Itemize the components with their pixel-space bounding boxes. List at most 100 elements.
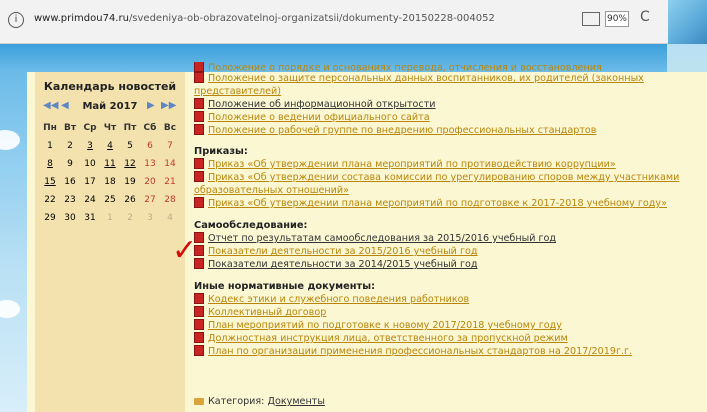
document-link[interactable]: Приказ «Об утверждении плана мероприятий… (208, 159, 616, 170)
weekday-label: Ср (83, 123, 97, 133)
list-item[interactable]: Приказ «Об утверждении плана мероприятий… (194, 157, 704, 171)
pdf-icon (194, 170, 204, 182)
document-link[interactable]: План мероприятий по подготовке к новому … (208, 320, 562, 331)
pdf-icon (194, 97, 204, 109)
calendar-day: 30 (64, 213, 76, 223)
document-link[interactable]: Положение о ведении официального сайта (208, 112, 430, 123)
calendar-day: 10 (84, 159, 96, 169)
calendar-day: 7 (167, 141, 173, 151)
list-item[interactable]: Положение о защите персональных данных в… (194, 71, 704, 98)
list-item[interactable]: Приказ «Об утверждении плана мероприятий… (194, 196, 704, 210)
document-link[interactable]: Должностная инструкция лица, ответственн… (208, 333, 568, 344)
browser-toolbar: i www.primdou74.ru/svedeniya-ob-obrazova… (0, 0, 707, 44)
calendar-day: 20 (144, 177, 156, 187)
calendar-day: 31 (84, 213, 96, 223)
list-item[interactable]: Показатели деятельности за 2015/2016 уче… (194, 244, 704, 258)
document-link[interactable]: Положение о рабочей группе по внедрению … (208, 125, 596, 136)
calendar-day-next-month: 3 (147, 213, 153, 223)
document-link[interactable]: Коллективный договор (208, 307, 326, 318)
pdf-icon (194, 71, 204, 83)
document-link[interactable]: Положение об информационной открытости (208, 99, 436, 110)
calendar-day: 27 (144, 195, 156, 205)
pdf-icon (194, 157, 204, 169)
calendar-grid: Пн Вт Ср Чт Пт Сб Вс 1 2 3 4 5 6 7 8 9 1… (40, 119, 180, 227)
calendar-day-link[interactable]: 11 (100, 155, 120, 173)
list-item[interactable]: Отчет по результатам самообследования за… (194, 231, 704, 245)
pdf-icon (194, 344, 204, 356)
info-icon[interactable]: i (8, 12, 24, 28)
calendar-day: 22 (44, 195, 56, 205)
list-item[interactable]: Положение о рабочей группе по внедрению … (194, 123, 704, 137)
calendar-day: 19 (124, 177, 136, 187)
list-item[interactable]: План мероприятий по подготовке к новому … (194, 318, 704, 332)
red-check-annotation-icon: ✓ (172, 233, 198, 268)
next-year-icon[interactable]: ▶▶ (161, 100, 176, 111)
category-link[interactable]: Документы (267, 396, 324, 407)
calendar-day-link[interactable]: 15 (40, 173, 60, 191)
reload-icon[interactable]: C (640, 9, 650, 25)
calendar-day-next-month: 1 (107, 213, 113, 223)
document-link[interactable]: Положение о порядке и основаниях перевод… (208, 63, 602, 72)
pdf-icon (194, 292, 204, 304)
calendar-day: 9 (67, 159, 73, 169)
next-month-icon[interactable]: ▶ (147, 100, 155, 111)
weekday-label: Вт (63, 123, 77, 133)
category-label: Категория: (208, 396, 265, 407)
calendar-day: 17 (84, 177, 96, 187)
document-list: Положение о порядке и основаниях перевод… (194, 62, 704, 358)
calendar-day: 26 (124, 195, 136, 205)
url-path: /svedeniya-ob-obrazovatelnoj-organizatsi… (128, 13, 495, 24)
list-item[interactable]: Положение о порядке и основаниях перевод… (194, 62, 704, 72)
calendar-title: Календарь новостей (43, 80, 177, 93)
pdf-icon (194, 123, 204, 135)
pdf-icon (194, 318, 204, 330)
document-link[interactable]: Приказ «Об утверждении плана мероприятий… (208, 198, 667, 209)
calendar-day-link[interactable]: 8 (40, 155, 60, 173)
calendar-day: 1 (47, 141, 53, 151)
pdf-icon (194, 305, 204, 317)
calendar-day-link[interactable]: 12 (120, 155, 140, 173)
calendar-day: 28 (164, 195, 176, 205)
document-link[interactable]: Отчет по результатам самообследования за… (208, 233, 556, 244)
list-item[interactable]: Должностная инструкция лица, ответственн… (194, 331, 704, 345)
document-link[interactable]: Показатели деятельности за 2015/2016 уче… (208, 246, 478, 257)
list-item[interactable]: Приказ «Об утверждении состава комиссии … (194, 170, 704, 197)
calendar-day-link[interactable]: 3 (80, 137, 100, 155)
calendar-day: 18 (104, 177, 116, 187)
section-header-other-documents: Иные нормативные документы: (194, 281, 375, 292)
weekday-label: Пн (43, 123, 57, 133)
reader-view-icon[interactable] (582, 12, 600, 26)
calendar-day: 13 (144, 159, 156, 169)
calendar-day: 2 (67, 141, 73, 151)
section-header-orders: Приказы: (194, 146, 248, 157)
weekday-label: Сб (143, 123, 157, 133)
pdf-icon (194, 196, 204, 208)
weekday-label: Чт (103, 123, 117, 133)
section-header-self-assessment: Самообследование: (194, 220, 308, 231)
category-row: Категория: Документы (194, 396, 325, 407)
calendar-day: 23 (64, 195, 76, 205)
address-bar[interactable]: www.primdou74.ru/svedeniya-ob-obrazovate… (34, 13, 495, 24)
news-calendar: Календарь новостей ◀◀ ◀ Май 2017 ▶ ▶▶ Пн… (35, 72, 185, 412)
list-item[interactable]: Коллективный договор (194, 305, 704, 319)
list-item[interactable]: Положение об информационной открытости (194, 97, 704, 111)
weekday-label: Пт (123, 123, 137, 133)
document-link[interactable]: Положение о защите персональных данных в… (194, 73, 644, 97)
calendar-day-link[interactable]: 4 (100, 137, 120, 155)
calendar-day: 24 (84, 195, 96, 205)
document-link[interactable]: Кодекс этики и служебного поведения рабо… (208, 294, 469, 305)
document-link[interactable]: Приказ «Об утверждении состава комиссии … (194, 172, 679, 196)
toolbar-background-image (668, 0, 707, 44)
list-item[interactable]: Кодекс этики и служебного поведения рабо… (194, 292, 704, 306)
folder-icon (194, 397, 204, 405)
list-item[interactable]: Показатели деятельности за 2014/2015 уче… (194, 257, 704, 271)
zoom-level[interactable]: 90% (605, 11, 629, 27)
calendar-day-next-month: 2 (127, 213, 133, 223)
calendar-day: 29 (44, 213, 56, 223)
list-item[interactable]: Положение о ведении официального сайта (194, 110, 704, 124)
calendar-day-next-month: 4 (167, 213, 173, 223)
list-item[interactable]: План по организации применения профессио… (194, 344, 704, 358)
calendar-day: 16 (64, 177, 76, 187)
document-link[interactable]: План по организации применения профессио… (208, 346, 632, 357)
document-link[interactable]: Показатели деятельности за 2014/2015 уче… (208, 259, 478, 270)
